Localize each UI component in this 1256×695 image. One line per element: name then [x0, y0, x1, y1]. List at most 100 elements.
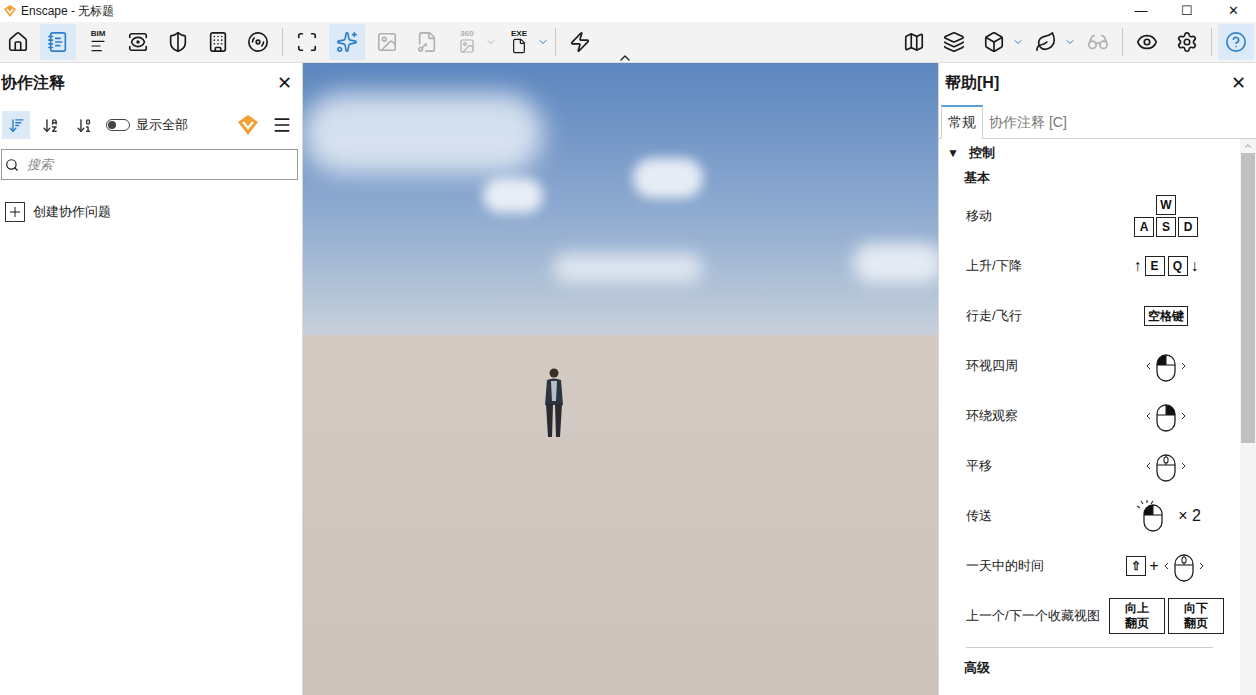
- show-all-toggle[interactable]: 显示全部: [106, 115, 188, 135]
- toolbar-icon: [943, 31, 965, 53]
- help-row: 环视四周: [939, 341, 1240, 391]
- toolbar-icon: [569, 31, 591, 53]
- sort-button[interactable]: [2, 111, 30, 139]
- toolbar-button[interactable]: EXE: [501, 24, 537, 60]
- toolbar-group: [1205, 24, 1254, 60]
- toolbar-separator: [1122, 28, 1123, 56]
- enscape-logo-icon: [236, 113, 260, 137]
- toolbar-item: [1129, 24, 1165, 60]
- cloud: [853, 243, 938, 283]
- toolbar-button[interactable]: [120, 24, 156, 60]
- help-row: 环绕观察: [939, 391, 1240, 441]
- toolbar-label: BIM: [91, 30, 106, 38]
- scrollbar-thumb[interactable]: [1241, 153, 1255, 443]
- toolbar-button[interactable]: [289, 24, 325, 60]
- toolbar-button[interactable]: [936, 24, 972, 60]
- search-field[interactable]: 搜索: [1, 149, 298, 180]
- toolbar-button[interactable]: [160, 24, 196, 60]
- toolbar-item: [329, 24, 365, 60]
- ground: [303, 335, 938, 695]
- toolbar-item: 360: [449, 24, 497, 60]
- scrollbar[interactable]: [1240, 139, 1256, 695]
- toolbar-button[interactable]: BIM: [80, 24, 116, 60]
- toolbar-icon: [1087, 31, 1109, 53]
- window-control[interactable]: ☐: [1164, 0, 1210, 22]
- scroll-up-icon[interactable]: [1243, 141, 1253, 151]
- toolbar-button[interactable]: [240, 24, 276, 60]
- toolbar-button[interactable]: [409, 24, 445, 60]
- toolbar-button[interactable]: [1129, 24, 1165, 60]
- toolbar-item: [409, 24, 445, 60]
- toolbar-button[interactable]: [976, 24, 1012, 60]
- sort-button[interactable]: [36, 111, 64, 139]
- sort-button[interactable]: [70, 111, 98, 139]
- key: S: [1156, 217, 1176, 237]
- toolbar-item: [1169, 24, 1205, 60]
- toolbar-icon: [207, 31, 229, 53]
- help-tab[interactable]: 常规: [941, 105, 983, 139]
- toolbar-button[interactable]: [40, 24, 76, 60]
- toolbar-button[interactable]: [896, 24, 932, 60]
- toolbar-item: [976, 24, 1024, 60]
- toolbar-group: [549, 24, 598, 60]
- toolbar-icon: [90, 38, 106, 54]
- dropdown-arrow-icon[interactable]: [1064, 36, 1076, 48]
- toolbar-item: [369, 24, 405, 60]
- toolbar-group-set: BIM 360 EXE: [0, 24, 598, 60]
- group-title: 基本: [939, 163, 1240, 191]
- toolbar-icon: [459, 38, 475, 54]
- cloud: [553, 253, 703, 283]
- toolbar-button[interactable]: [1169, 24, 1205, 60]
- control-text: ↓: [1191, 254, 1199, 278]
- close-button[interactable]: ✕: [277, 74, 292, 92]
- key: 向上翻页: [1109, 598, 1165, 634]
- toolbar-icon: [127, 31, 149, 53]
- toolbar-separator: [282, 28, 283, 56]
- toolbar-button[interactable]: [1080, 24, 1116, 60]
- toolbar-item: [120, 24, 156, 60]
- key: 空格键: [1144, 306, 1188, 326]
- window-control[interactable]: —: [1118, 0, 1164, 22]
- toolbar-button[interactable]: [1028, 24, 1064, 60]
- dropdown-arrow-icon[interactable]: [1012, 36, 1024, 48]
- close-button[interactable]: ✕: [1231, 74, 1246, 92]
- toolbar-icon: [903, 31, 925, 53]
- group-title: 高级: [939, 648, 1240, 678]
- search-icon: [5, 158, 19, 172]
- render-viewport[interactable]: [303, 63, 938, 695]
- toolbar-item: [289, 24, 325, 60]
- menu-icon[interactable]: [272, 115, 292, 135]
- toolbar-button[interactable]: [0, 24, 36, 60]
- cloud: [483, 178, 543, 213]
- toolbar: BIM 360 EXE: [0, 22, 1256, 63]
- toolbar-button[interactable]: [200, 24, 236, 60]
- toolbar-group: [1116, 24, 1205, 60]
- toolbar-icon: [336, 31, 358, 53]
- toolbar-icon: [983, 31, 1005, 53]
- plus-icon: [7, 204, 23, 220]
- toolbar-item: [160, 24, 196, 60]
- section-header[interactable]: ▼控制: [939, 139, 1240, 163]
- create-issue-button[interactable]: 创建协作问题: [5, 202, 302, 222]
- help-tab[interactable]: 协作注释 [C]: [983, 107, 1073, 138]
- cloud: [303, 93, 543, 173]
- toolbar-item: EXE: [501, 24, 549, 60]
- toolbar-label: 360: [460, 30, 473, 38]
- toolbar-button[interactable]: [329, 24, 365, 60]
- left-panel: 协作注释✕显示全部搜索创建协作问题: [0, 63, 303, 695]
- toolbar-button[interactable]: 360: [449, 24, 485, 60]
- toolbar-button[interactable]: [562, 24, 598, 60]
- window-control[interactable]: ✕: [1210, 0, 1256, 22]
- toolbar-separator: [555, 28, 556, 56]
- control-text: +: [1149, 554, 1158, 578]
- toolbar-icon: [7, 31, 29, 53]
- dropdown-arrow-icon[interactable]: [485, 36, 497, 48]
- title-bar: Enscape - 无标题—☐✕: [0, 0, 1256, 22]
- toolbar-icon: [376, 31, 398, 53]
- sort-icon: [8, 117, 25, 134]
- toolbar-button[interactable]: [1218, 24, 1254, 60]
- dropdown-arrow-icon[interactable]: [537, 36, 549, 48]
- toolbar-button[interactable]: [369, 24, 405, 60]
- toolbar-item: [1218, 24, 1254, 60]
- help-panel: 帮助[H]✕常规协作注释 [C]▼控制基本移动WASD上升/下降↑EQ↓行走/飞…: [938, 63, 1256, 695]
